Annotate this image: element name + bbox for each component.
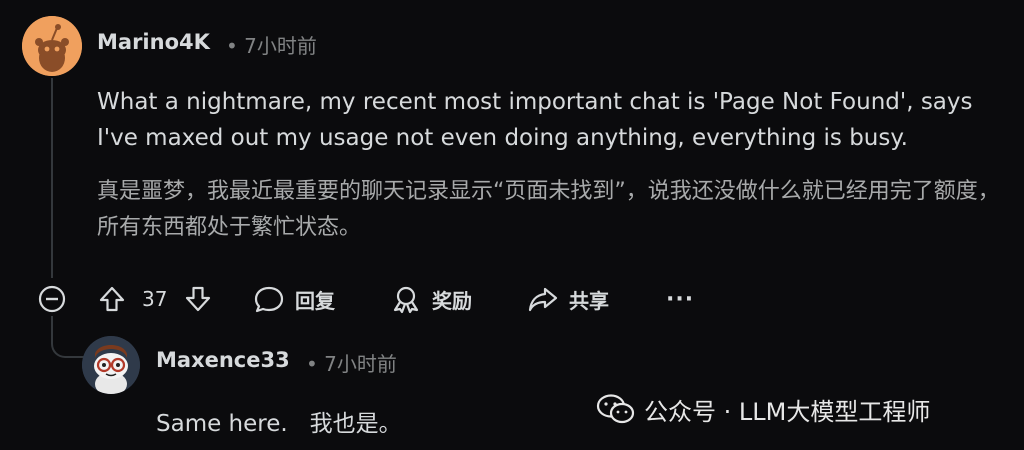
- watermark: 公众号 · LLM大模型工程师: [596, 392, 930, 426]
- share-button[interactable]: 共享: [527, 278, 609, 320]
- vote-count: 37: [142, 287, 168, 311]
- reply-username[interactable]: Maxence33: [156, 348, 290, 372]
- wechat-icon: [596, 394, 635, 424]
- comment-icon: [254, 286, 284, 313]
- thread-line: [51, 78, 53, 278]
- share-icon: [528, 287, 558, 312]
- comment-username[interactable]: Marino4K: [97, 30, 210, 54]
- downvote-icon: [185, 286, 211, 312]
- reply-button[interactable]: 回复: [253, 278, 335, 320]
- reply-label: 回复: [295, 288, 335, 313]
- reply-body: Same here. 我也是。: [156, 411, 402, 437]
- reply-meta: • 7小时前: [306, 348, 397, 377]
- reply-time: 7小时前: [324, 352, 397, 376]
- award-button[interactable]: 奖励: [390, 278, 472, 320]
- snoo-avatar-icon: [82, 336, 140, 394]
- more-options-button[interactable]: ···: [666, 278, 694, 320]
- meta-dot: •: [226, 34, 238, 58]
- reply-avatar[interactable]: [82, 336, 140, 394]
- snoo-avatar-icon: [22, 16, 82, 76]
- comment-body-en: What a nightmare, my recent most importa…: [97, 89, 973, 151]
- award-label: 奖励: [432, 288, 472, 313]
- comment-body-zh: 真是噩梦，我最近最重要的聊天记录显示“页面未找到”，说我还没做什么就已经用完了额…: [97, 179, 1000, 240]
- upvote-button[interactable]: [97, 278, 127, 320]
- watermark-text: 公众号 · LLM大模型工程师: [644, 397, 931, 426]
- more-icon: ···: [666, 286, 695, 312]
- comment-time: 7小时前: [244, 34, 317, 58]
- comment-meta: • 7小时前: [226, 30, 317, 59]
- share-label: 共享: [569, 288, 609, 313]
- award-icon: [393, 286, 419, 314]
- avatar[interactable]: [22, 16, 82, 76]
- meta-dot: •: [306, 352, 318, 376]
- downvote-button[interactable]: [183, 278, 213, 320]
- collapse-icon: [38, 285, 66, 313]
- comment-action-bar: 37 回复 奖励 共享 ···: [0, 278, 1024, 320]
- collapse-button[interactable]: [37, 278, 67, 320]
- upvote-icon: [99, 286, 125, 312]
